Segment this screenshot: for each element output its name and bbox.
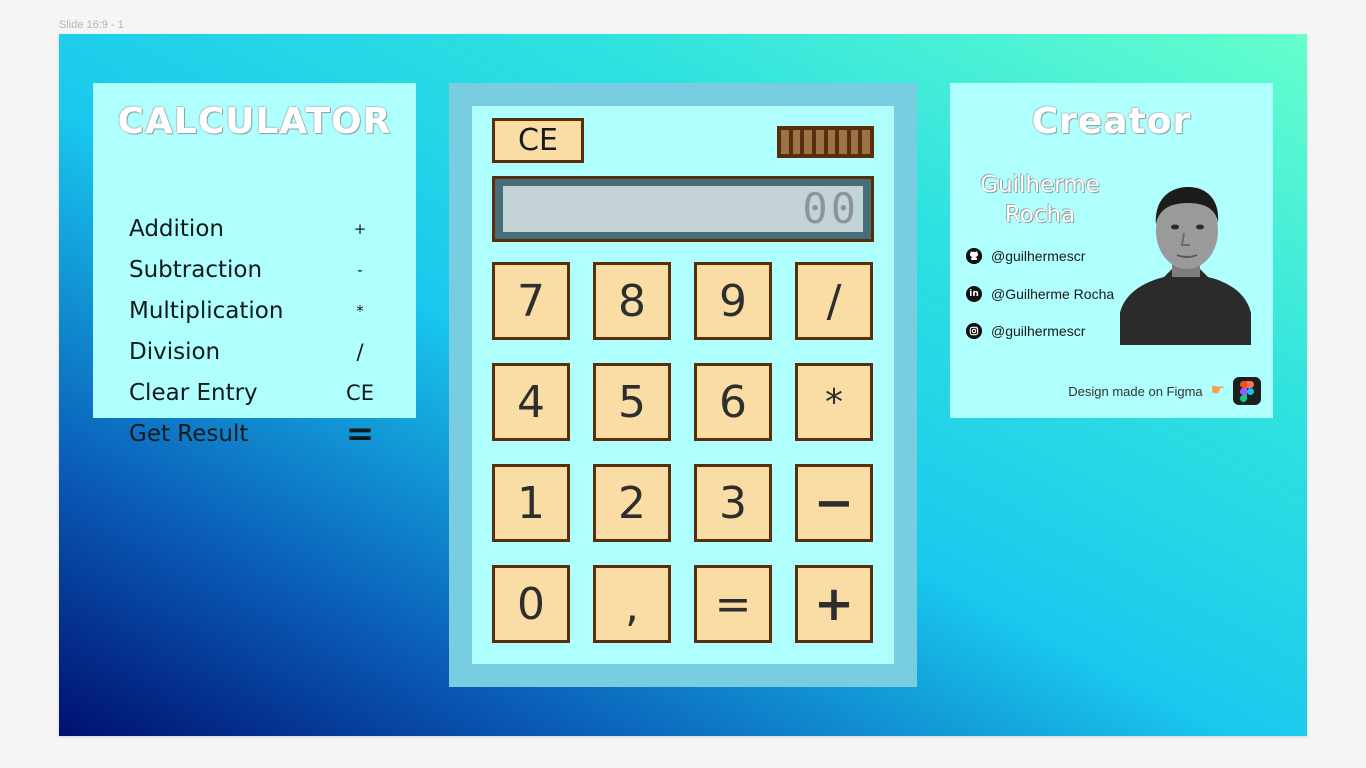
solar-cell [804,130,812,154]
key-add[interactable]: + [795,565,873,643]
key-9[interactable]: 9 [694,262,772,340]
linkedin-icon: in [966,286,982,302]
social-github[interactable]: @guilhermescr [966,246,1085,266]
key-multiply[interactable]: * [795,363,873,441]
key-6[interactable]: 6 [694,363,772,441]
pointing-hand-icon: ☛ [1210,382,1225,399]
calculator-face: CE 00 7 8 9 / 4 5 6 * 1 2 3 − 0 , = + [472,106,894,664]
legend-symbol: + [353,220,367,238]
social-handle: @guilhermescr [991,248,1086,264]
key-8[interactable]: 8 [593,262,671,340]
key-5[interactable]: 5 [593,363,671,441]
legend-row-subtraction: Subtraction - [129,253,380,287]
clear-entry-button[interactable]: CE [492,118,584,163]
legend-symbol: / [356,340,364,364]
creator-last-name: Rocha [1004,202,1076,228]
key-2[interactable]: 2 [593,464,671,542]
display: 00 [492,176,874,242]
creator-first-name: Guilherme [980,172,1100,198]
solar-cell [850,130,859,154]
figma-credit: Design made on Figma ☛ [1068,377,1261,405]
legend-row-division: Division / [129,335,380,369]
slide-canvas: CALCULATOR Addition + Subtraction - Mult… [59,34,1307,736]
legend-label: Addition [129,216,224,242]
key-0[interactable]: 0 [492,565,570,643]
legend-label: Get Result [129,421,249,447]
legend-label: Clear Entry [129,380,258,406]
legend-title: CALCULATOR [117,101,392,142]
legend-label: Multiplication [129,298,284,324]
frame-label: Slide 16:9 - 1 [59,19,124,31]
legend-symbol: = [345,414,375,454]
solar-cell [827,130,836,154]
creator-title: Creator [1031,101,1192,142]
legend-symbol: * [356,302,364,320]
legend-label: Subtraction [129,257,263,283]
key-divide[interactable]: / [795,262,873,340]
solar-cell [792,130,801,154]
key-1[interactable]: 1 [492,464,570,542]
social-handle: @Guilherme Rocha [991,286,1115,302]
key-7[interactable]: 7 [492,262,570,340]
legend-panel: CALCULATOR Addition + Subtraction - Mult… [93,83,416,454]
creator-panel: Creator Guilherme Rocha @guilhermescr in… [950,83,1273,418]
instagram-icon [966,323,982,339]
github-icon [966,248,982,264]
social-linkedin[interactable]: in @Guilherme Rocha [966,284,1114,304]
creator-photo [1120,183,1251,345]
legend-symbol: CE [346,381,374,405]
solar-cell [862,130,870,154]
calculator-body: CE 00 7 8 9 / 4 5 6 * 1 2 3 − 0 , = + [449,83,917,687]
legend-row-get-result: Get Result = [129,414,380,454]
solar-cell [781,130,789,154]
social-handle: @guilhermescr [991,323,1086,339]
solar-panel [777,126,874,158]
key-equals[interactable]: = [694,565,772,643]
legend-symbol: - [357,261,363,279]
legend-row-clear-entry: Clear Entry CE [129,376,380,410]
key-subtract[interactable]: − [795,464,873,542]
solar-cell [839,130,847,154]
solar-cell [815,130,824,154]
legend-label: Division [129,339,221,365]
legend-row-multiplication: Multiplication * [129,294,380,328]
legend-row-addition: Addition + [129,212,380,246]
key-3[interactable]: 3 [694,464,772,542]
display-value: 00 [503,186,863,232]
figma-icon[interactable] [1233,377,1261,405]
social-instagram[interactable]: @guilhermescr [966,321,1085,341]
key-comma[interactable]: , [593,565,671,643]
creator-name: Guilherme Rocha [970,170,1110,230]
key-4[interactable]: 4 [492,363,570,441]
credit-text: Design made on Figma [1068,383,1203,399]
